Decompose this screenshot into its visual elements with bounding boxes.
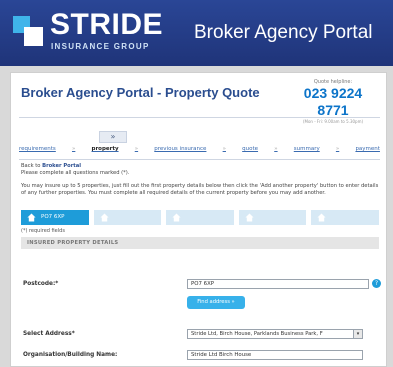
home-icon <box>245 213 254 222</box>
required-fields-note: (*) required fields <box>21 228 65 234</box>
home-icon <box>172 213 181 222</box>
divider <box>19 159 380 160</box>
step-separator: » <box>134 146 139 152</box>
property-tab-4[interactable] <box>238 210 307 225</box>
property-tab-1[interactable]: PO7 6XP <box>21 210 89 225</box>
organisation-label: Organisation/Building Name: <box>23 352 118 358</box>
required-notice: Please complete all questions marked (*)… <box>21 170 130 176</box>
step-separator: » <box>335 146 340 152</box>
help-icon[interactable]: ? <box>372 279 381 288</box>
step-requirements[interactable]: requirements <box>19 146 56 152</box>
home-icon <box>317 213 326 222</box>
property-tab-5[interactable] <box>311 210 379 225</box>
stride-logo-icon <box>13 16 43 46</box>
property-tab-label: PO7 6XP <box>41 214 65 220</box>
step-separator: » <box>274 146 278 152</box>
steps-list: requirements » property » previous insur… <box>19 146 380 152</box>
organisation-input[interactable]: Stride Ltd Birch House <box>187 350 363 360</box>
select-address-value: Stride Ltd, Birch House, Parklands Busin… <box>191 331 323 337</box>
property-tab-3[interactable] <box>166 210 234 225</box>
section-heading: INSURED PROPERTY DETAILS <box>21 237 379 249</box>
step-property[interactable]: property <box>92 146 119 152</box>
chevron-down-icon: ▾ <box>353 330 362 338</box>
quote-card: Broker Agency Portal - Property Quote Qu… <box>10 72 387 367</box>
logo-subtitle: INSURANCE GROUP <box>51 42 150 51</box>
helpline-number[interactable]: 023 9224 8771 <box>288 85 378 119</box>
step-arrow-icon: » <box>99 131 127 143</box>
broker-portal-link[interactable]: Broker Portal <box>42 163 81 169</box>
select-address-dropdown[interactable]: Stride Ltd, Birch House, Parklands Busin… <box>187 329 363 339</box>
property-tab-2[interactable] <box>93 210 162 225</box>
portal-title: Broker Agency Portal <box>194 22 373 43</box>
helpline-hours: (Mon - Fri: 9.00am to 5.30pm) <box>302 119 364 124</box>
step-payment[interactable]: payment <box>355 146 380 152</box>
header-banner: STRIDE INSURANCE GROUP Broker Agency Por… <box>0 0 393 66</box>
find-address-button[interactable]: Find address » <box>187 296 245 309</box>
step-summary[interactable]: summary <box>294 146 320 152</box>
step-previous-insurance[interactable]: previous insurance <box>154 146 206 152</box>
home-icon <box>27 213 36 222</box>
select-address-label: Select Address* <box>23 331 75 337</box>
step-navigation: » requirements » property » previous ins… <box>19 131 380 159</box>
step-separator: » <box>222 146 226 152</box>
home-icon <box>100 213 109 222</box>
intro-paragraph: You may insure up to 5 properties, just … <box>21 183 379 196</box>
step-quote[interactable]: quote <box>242 146 258 152</box>
back-prefix: Back to <box>21 163 43 169</box>
page-title: Broker Agency Portal - Property Quote <box>21 85 260 100</box>
property-tabs: PO7 6XP <box>21 210 379 225</box>
step-separator: » <box>71 146 76 152</box>
logo-text: STRIDE <box>50 8 164 41</box>
divider <box>19 117 380 118</box>
back-link-line: Back to Broker Portal <box>21 163 379 170</box>
postcode-label: Postcode:* <box>23 281 59 287</box>
postcode-input[interactable]: PO7 6XP <box>187 279 369 289</box>
